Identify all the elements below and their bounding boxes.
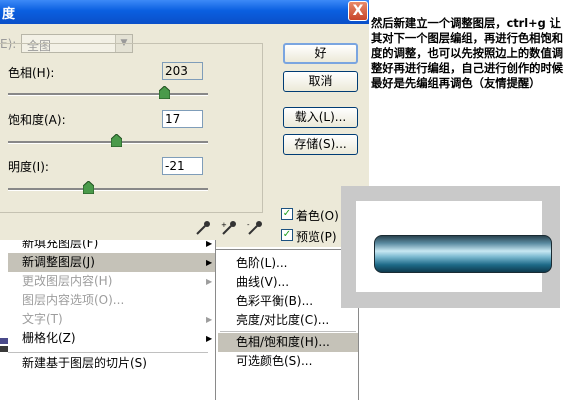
svg-text:+: + (221, 221, 227, 229)
eyedropper-icon[interactable] (195, 220, 211, 236)
submenu-item-levels[interactable]: 色阶(L)... (236, 254, 288, 273)
hue-saturation-dialog: 度 X E): 全图 ▼ 色相(H): 203 饱和度(A): 17 明度(I)… (0, 0, 369, 247)
layer-menu: 新填充图层(F) ▶ 新调整图层(J) ▶ 更改图层内容(H) ▶ 图层内容选项… (0, 240, 216, 400)
left-color-strip (0, 338, 8, 344)
submenu-item-color-balance[interactable]: 色彩平衡(B)... (236, 292, 313, 311)
dialog-title: 度 (2, 7, 16, 22)
glossy-bar-image (374, 235, 552, 273)
colorize-label: 着色(O) (296, 209, 339, 223)
saturation-slider-track[interactable] (8, 141, 208, 144)
submenu-arrow-icon: ▶ (206, 277, 213, 286)
eyedropper-plus-icon[interactable]: + (221, 220, 237, 236)
submenu-item-hue-saturation[interactable]: 色相/饱和度(H)... (236, 333, 330, 352)
menu-item-new-fill-layer[interactable]: 新填充图层(F) (22, 240, 98, 253)
submenu-arrow-icon: ▶ (206, 315, 213, 324)
submenu-item-curves[interactable]: 曲线(V)... (236, 273, 289, 292)
hue-input[interactable]: 203 (162, 62, 203, 80)
menu-separator (8, 352, 208, 353)
result-preview-panel (341, 186, 560, 308)
submenu-item-selective-color[interactable]: 可选颜色(S)... (236, 352, 312, 371)
submenu-item-brightness-contrast[interactable]: 亮度/对比度(C)... (236, 311, 329, 330)
hue-slider-track[interactable] (8, 93, 208, 96)
load-button[interactable]: 载入(L)... (283, 107, 358, 128)
preview-label: 预览(P) (296, 230, 337, 244)
saturation-label: 饱和度(A): (8, 113, 66, 127)
submenu-separator (220, 331, 356, 332)
menu-item-new-adjustment-layer[interactable]: 新调整图层(J) (22, 253, 95, 272)
saturation-input[interactable]: 17 (162, 110, 203, 128)
lightness-slider-thumb-icon[interactable] (82, 181, 94, 194)
checkmark-icon: ✓ (282, 229, 292, 240)
left-color-strip (0, 346, 8, 352)
hue-label: 色相(H): (8, 66, 55, 80)
colorize-checkbox[interactable]: ✓ (281, 208, 293, 220)
preview-checkbox[interactable]: ✓ (281, 229, 293, 241)
lightness-input[interactable]: -21 (162, 157, 203, 175)
menu-item-rasterize[interactable]: 栅格化(Z) (22, 329, 76, 348)
lightness-label: 明度(I): (8, 160, 49, 174)
submenu-arrow-icon: ▶ (206, 258, 213, 267)
dialog-title-bar[interactable]: 度 X (0, 0, 369, 24)
save-button[interactable]: 存储(S)... (283, 134, 358, 155)
menu-item-type[interactable]: 文字(T) (22, 310, 63, 329)
svg-text:-: - (247, 221, 250, 229)
cancel-button[interactable]: 取消 (283, 71, 358, 92)
submenu-arrow-icon: ▶ (206, 240, 213, 248)
preview-canvas (356, 201, 552, 292)
adjustment-submenu: 色阶(L)... 曲线(V)... 色彩平衡(B)... 亮度/对比度(C)..… (215, 249, 359, 400)
hue-slider-thumb-icon[interactable] (158, 86, 170, 99)
menu-item-change-layer-content[interactable]: 更改图层内容(H) (22, 272, 112, 291)
menu-item-new-layer-based-slice[interactable]: 新建基于图层的切片(S) (22, 354, 147, 373)
lightness-slider-track[interactable] (8, 188, 208, 191)
close-icon[interactable]: X (348, 1, 368, 21)
saturation-slider-thumb-icon[interactable] (110, 134, 122, 147)
submenu-arrow-icon: ▶ (206, 334, 213, 343)
tip-text: 然后新建立一个调整图层，ctrl+g 让其对下一个图层编组，再进行色相饱和度的调… (371, 17, 564, 90)
menu-item-layer-content-options[interactable]: 图层内容选项(O)... (22, 291, 124, 310)
ok-button[interactable]: 好 (283, 43, 358, 64)
checkmark-icon: ✓ (282, 208, 292, 219)
eyedropper-minus-icon[interactable]: - (247, 220, 263, 236)
